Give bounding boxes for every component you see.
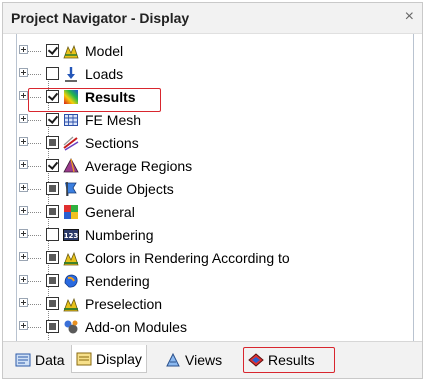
tree-item-label: Rendering — [85, 273, 150, 289]
tree-view: Model Loads Results FE Mesh Sections Ave… — [16, 34, 414, 364]
fe-mesh-checkbox[interactable] — [46, 113, 59, 126]
tab-label: Data — [35, 352, 65, 368]
sections-checkbox[interactable] — [46, 136, 59, 149]
numbering-icon-text: 123 — [64, 232, 79, 240]
navigator-tab-bar: Data Display Views Results — [3, 341, 422, 378]
display-icon — [76, 352, 92, 365]
tree-item-label: Colors in Rendering According to — [85, 250, 290, 266]
add-on-modules-icon — [64, 320, 78, 334]
tab-views[interactable]: Views — [161, 347, 226, 373]
fe-mesh-icon — [64, 114, 78, 126]
tree-item-label: General — [85, 204, 135, 220]
tab-display[interactable]: Display — [71, 345, 147, 373]
add-on-modules-checkbox[interactable] — [46, 320, 59, 333]
loads-checkbox[interactable] — [46, 67, 59, 80]
tree-item-label: Sections — [85, 135, 139, 151]
expand-icon[interactable] — [19, 321, 28, 330]
tab-label: Views — [185, 352, 223, 368]
average-regions-icon — [63, 158, 79, 173]
expand-icon[interactable] — [19, 114, 28, 123]
title-bar: Project Navigator - Display × — [3, 3, 422, 34]
tree-item-label: Guide Objects — [85, 181, 174, 197]
tab-data[interactable]: Data — [11, 347, 69, 373]
tree-item-label: Add-on Modules — [85, 319, 187, 335]
views-icon — [166, 352, 180, 367]
expand-icon[interactable] — [19, 275, 28, 284]
tab-results[interactable]: Results — [243, 347, 335, 373]
expand-icon[interactable] — [19, 45, 28, 54]
expand-icon[interactable] — [19, 229, 28, 238]
expand-icon[interactable] — [19, 91, 28, 100]
panel-title: Project Navigator - Display — [11, 10, 190, 26]
guide-objects-checkbox[interactable] — [46, 182, 59, 195]
project-navigator-panel: Project Navigator - Display × Model Load… — [2, 2, 423, 379]
tree-item-label: Loads — [85, 66, 124, 82]
numbering-checkbox[interactable] — [46, 228, 59, 241]
loads-icon — [65, 67, 77, 82]
results-highlight-box — [28, 88, 161, 112]
rendering-icon — [64, 274, 78, 288]
expand-icon[interactable] — [19, 183, 28, 192]
average-regions-checkbox[interactable] — [46, 159, 59, 172]
tree-item-label: Average Regions — [85, 158, 193, 174]
expand-icon[interactable] — [19, 298, 28, 307]
model-checkbox[interactable] — [46, 44, 59, 57]
preselection-checkbox[interactable] — [46, 297, 59, 310]
results-tab-icon — [248, 353, 264, 367]
expand-icon[interactable] — [19, 206, 28, 215]
tree-item-label: FE Mesh — [85, 112, 142, 128]
tree-item-label: Model — [85, 43, 124, 59]
colors-checkbox[interactable] — [46, 251, 59, 264]
general-icon — [64, 205, 78, 219]
close-icon[interactable]: × — [405, 8, 414, 26]
model-icon — [63, 44, 79, 59]
guide-objects-icon — [65, 182, 77, 196]
expand-icon[interactable] — [19, 137, 28, 146]
general-checkbox[interactable] — [46, 205, 59, 218]
tree-item-label: Preselection — [85, 296, 163, 312]
colors-icon — [63, 251, 79, 266]
data-icon — [15, 353, 31, 367]
expand-icon[interactable] — [19, 160, 28, 169]
rendering-checkbox[interactable] — [46, 274, 59, 287]
numbering-icon: 123 — [63, 229, 79, 241]
tree-item-label: Numbering — [85, 227, 154, 243]
tab-label: Display — [96, 350, 142, 367]
expand-icon[interactable] — [19, 252, 28, 261]
sections-icon — [63, 136, 79, 151]
expand-icon[interactable] — [19, 68, 28, 77]
tab-label: Results — [268, 352, 315, 368]
preselection-icon — [63, 297, 79, 312]
